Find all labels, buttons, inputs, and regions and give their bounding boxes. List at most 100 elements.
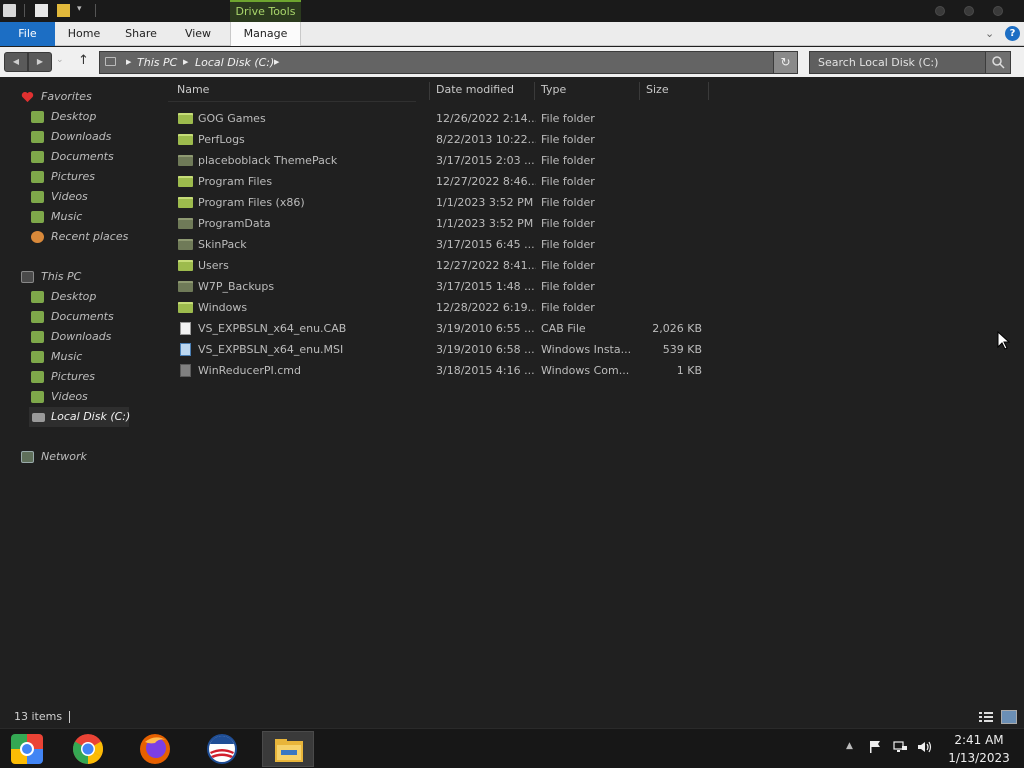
file-row[interactable]: Program Files (x86) 1/1/2023 3:52 PM Fil… — [168, 192, 708, 213]
column-header-date[interactable]: Date modified — [436, 80, 531, 100]
documents-icon — [31, 311, 44, 323]
file-row[interactable]: Users 12/27/2022 8:41... File folder — [168, 255, 708, 276]
large-icons-view-icon[interactable] — [1001, 710, 1017, 724]
tab-manage[interactable]: Manage — [230, 22, 301, 46]
clock-date[interactable]: 1/13/2023 — [946, 751, 1012, 765]
tab-home[interactable]: Home — [62, 22, 106, 46]
column-divider[interactable] — [429, 82, 430, 100]
file-name: PerfLogs — [198, 133, 245, 146]
file-row[interactable]: ProgramData 1/1/2023 3:52 PM File folder — [168, 213, 708, 234]
file-row[interactable]: PerfLogs 8/22/2013 10:22... File folder — [168, 129, 708, 150]
nav-this-pc[interactable]: This PC — [0, 267, 145, 287]
column-divider[interactable] — [534, 82, 535, 100]
nav-pc-desktop[interactable]: Desktop — [0, 287, 145, 307]
file-row[interactable]: VS_EXPBSLN_x64_enu.CAB 3/19/2010 6:55 ..… — [168, 318, 708, 339]
column-header-name[interactable]: Name — [177, 80, 417, 100]
recent-places-icon — [31, 231, 44, 243]
file-row[interactable]: WinReducerPI.cmd 3/18/2015 4:16 ... Wind… — [168, 360, 708, 381]
taskbar-app[interactable] — [196, 731, 248, 767]
forward-button[interactable]: ▶ — [28, 52, 52, 72]
file-size: 539 KB — [662, 343, 702, 356]
nav-pc-music[interactable]: Music — [0, 347, 145, 367]
file-row[interactable]: SkinPack 3/17/2015 6:45 ... File folder — [168, 234, 708, 255]
nav-item-label: Music — [51, 210, 83, 223]
quick-access-separator — [24, 4, 25, 17]
expand-ribbon-chevron-icon[interactable]: ⌄ — [985, 27, 994, 40]
nav-fav-documents[interactable]: Documents — [0, 147, 145, 167]
file-type: CAB File — [541, 322, 586, 335]
close-button[interactable] — [993, 6, 1003, 16]
nav-fav-music[interactable]: Music — [0, 207, 145, 227]
search-icon[interactable] — [985, 52, 1010, 73]
details-view-icon[interactable] — [978, 710, 994, 724]
file-row[interactable]: VS_EXPBSLN_x64_enu.MSI 3/19/2010 6:58 ..… — [168, 339, 708, 360]
refresh-icon[interactable]: ↻ — [773, 52, 797, 73]
file-name: Program Files — [198, 175, 273, 188]
file-row[interactable]: GOG Games 12/26/2022 2:14... File folder — [168, 108, 708, 129]
nav-fav-pictures[interactable]: Pictures — [0, 167, 145, 187]
show-hidden-icons-chevron-icon[interactable]: ▲ — [846, 741, 853, 751]
nav-pc-pictures[interactable]: Pictures — [0, 367, 145, 387]
new-folder-icon[interactable] — [57, 4, 70, 17]
computer-icon — [105, 57, 116, 66]
help-icon[interactable]: ? — [1005, 26, 1020, 41]
minimize-button[interactable] — [935, 6, 945, 16]
nav-fav-downloads[interactable]: Downloads — [0, 127, 145, 147]
taskbar-app[interactable] — [262, 731, 314, 767]
breadcrumb-local-disk[interactable]: Local Disk (C:) — [195, 52, 274, 73]
column-header-type[interactable]: Type — [541, 80, 636, 100]
nav-fav-desktop[interactable]: Desktop — [0, 107, 145, 127]
breadcrumb-arrow-icon[interactable]: ▶ — [274, 52, 279, 73]
breadcrumb-this-pc[interactable]: This PC — [137, 52, 177, 73]
search-box[interactable] — [809, 51, 1011, 74]
back-button[interactable]: ◀ — [4, 52, 28, 72]
nav-favorites[interactable]: Favorites — [0, 87, 145, 107]
tab-file[interactable]: File — [0, 22, 55, 46]
taskbar-app[interactable] — [129, 731, 181, 767]
up-arrow-icon[interactable]: ↑ — [78, 53, 89, 68]
nav-item-label: Videos — [51, 190, 88, 203]
nav-pc-downloads[interactable]: Downloads — [0, 327, 145, 347]
customize-quick-access-chevron-icon[interactable]: ▾ — [77, 4, 82, 14]
taskbar-app[interactable] — [62, 731, 114, 767]
nav-network[interactable]: Network — [0, 447, 145, 467]
nav-fav-videos[interactable]: Videos — [0, 187, 145, 207]
file-date: 12/26/2022 2:14... — [436, 112, 536, 125]
file-type: File folder — [541, 154, 595, 167]
properties-icon[interactable] — [35, 4, 48, 17]
breadcrumb-arrow-icon[interactable]: ▶ — [183, 52, 188, 73]
address-bar[interactable]: ▶ This PC ▶ Local Disk (C:) ▶ ↻ — [99, 51, 798, 74]
file-row[interactable]: Windows 12/28/2022 6:19... File folder — [168, 297, 708, 318]
clock-time[interactable]: 2:41 AM — [946, 733, 1012, 747]
file-date: 8/22/2013 10:22... — [436, 133, 536, 146]
search-input[interactable] — [810, 52, 986, 73]
file-name: ProgramData — [198, 217, 271, 230]
file-size: 2,026 KB — [652, 322, 702, 335]
window-menu-icon[interactable] — [3, 4, 16, 17]
column-divider[interactable] — [708, 82, 709, 100]
nav-fav-recent-places[interactable]: Recent places — [0, 227, 145, 247]
file-row[interactable]: Program Files 12/27/2022 8:46... File fo… — [168, 171, 708, 192]
documents-icon — [31, 151, 44, 163]
tab-view[interactable]: View — [178, 22, 218, 46]
nav-pc-videos[interactable]: Videos — [0, 387, 145, 407]
action-center-flag-icon[interactable] — [868, 740, 883, 754]
file-name: WinReducerPI.cmd — [198, 364, 301, 377]
maximize-button[interactable] — [964, 6, 974, 16]
file-row[interactable]: W7P_Backups 3/17/2015 1:48 ... File fold… — [168, 276, 708, 297]
taskbar-app[interactable] — [1, 731, 53, 767]
network-status-icon[interactable] — [893, 740, 908, 754]
column-header-size[interactable]: Size — [646, 80, 706, 100]
tab-share[interactable]: Share — [117, 22, 165, 46]
file-row[interactable]: placeboblack ThemePack 3/17/2015 2:03 ..… — [168, 150, 708, 171]
file-date: 3/17/2015 6:45 ... — [436, 238, 535, 251]
breadcrumb-arrow-icon[interactable]: ▶ — [126, 52, 131, 73]
file-name: W7P_Backups — [198, 280, 275, 293]
volume-icon[interactable] — [917, 740, 932, 754]
firefox-icon — [140, 734, 170, 764]
nav-pc-documents[interactable]: Documents — [0, 307, 145, 327]
column-divider[interactable] — [639, 82, 640, 100]
nav-pc-local-disk[interactable]: Local Disk (C:) — [29, 407, 130, 427]
recent-locations-chevron-icon[interactable]: ⌄ — [56, 55, 64, 65]
file-type: File folder — [541, 301, 595, 314]
